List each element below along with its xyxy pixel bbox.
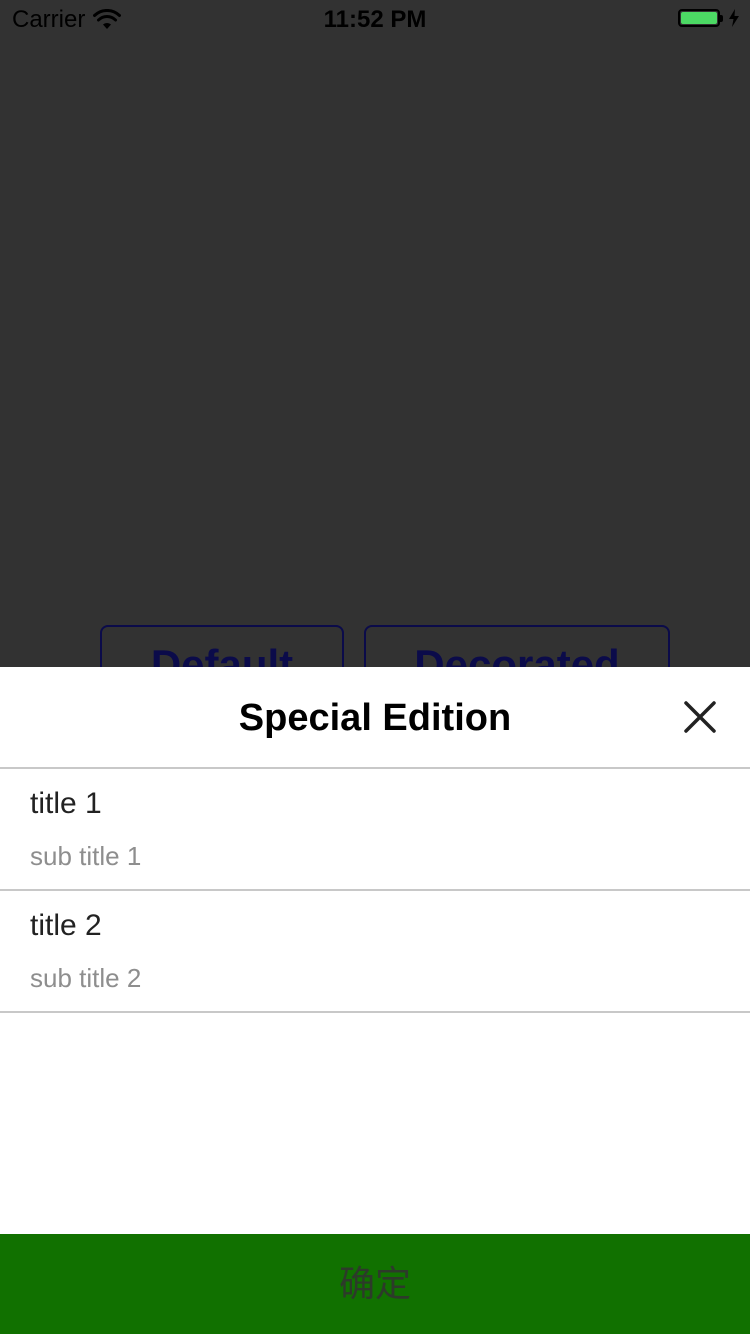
bolt-icon xyxy=(729,9,739,27)
list-item[interactable]: title 1 sub title 1 xyxy=(0,769,750,891)
item-title: title 1 xyxy=(30,787,102,820)
item-subtitle: sub title 2 xyxy=(30,963,142,993)
battery-fill xyxy=(681,12,717,24)
battery-tip xyxy=(720,14,723,22)
status-clock: 11:52 PM xyxy=(323,6,427,33)
item-subtitle: sub title 1 xyxy=(30,841,142,871)
confirm-button[interactable]: 确定 xyxy=(0,1234,750,1334)
sheet-title: Special Edition xyxy=(238,697,512,739)
action-sheet: Special Edition title 1 sub title 1 titl… xyxy=(0,667,750,1334)
dimmed-background[interactable]: Carrier 11:52 PM Default Decorated xyxy=(0,0,750,667)
battery-body xyxy=(678,9,720,27)
sheet-header: Special Edition xyxy=(0,667,750,769)
status-bar: Carrier 11:52 PM xyxy=(0,0,750,40)
decorated-button: Decorated xyxy=(364,625,670,667)
close-button[interactable] xyxy=(678,695,722,739)
default-button: Default xyxy=(100,625,344,667)
item-title: title 2 xyxy=(30,909,102,942)
battery-icon xyxy=(678,9,740,27)
close-icon xyxy=(684,701,716,733)
list-item[interactable]: title 2 sub title 2 xyxy=(0,891,750,1013)
screen: Carrier 11:52 PM Default Decorated Speci… xyxy=(0,0,750,1334)
